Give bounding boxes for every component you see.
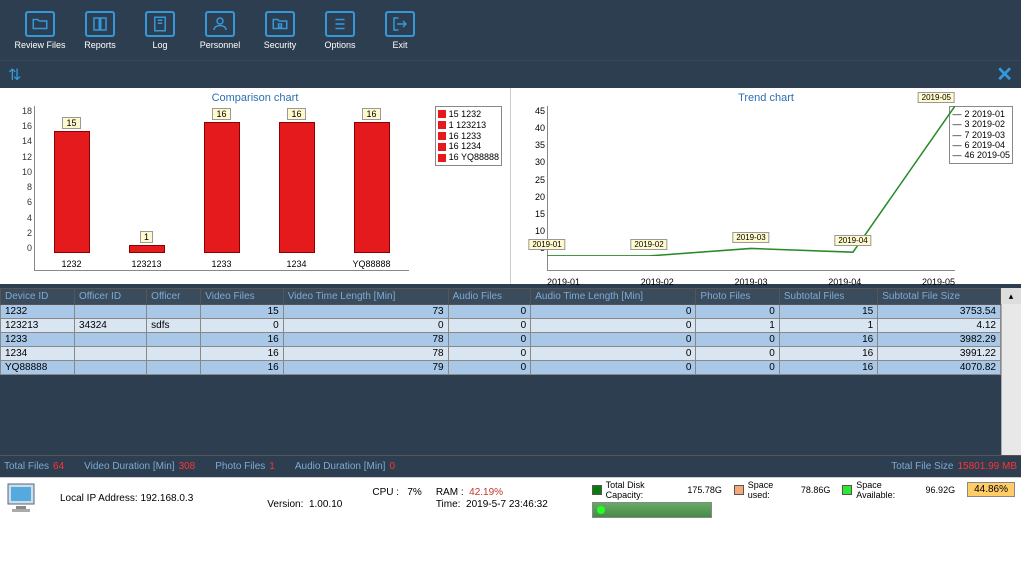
column-header[interactable]: Officer	[147, 289, 201, 305]
bar: 1123213	[126, 231, 168, 253]
column-header[interactable]: Audio Files	[448, 289, 531, 305]
swap-icon[interactable]: ⇅	[8, 65, 21, 85]
x-axis: 2019-012019-022019-032019-042019-05	[547, 277, 955, 287]
column-header[interactable]: Video Time Length [Min]	[283, 289, 448, 305]
bar: 161234	[276, 108, 318, 253]
notebook-icon	[145, 11, 175, 37]
table-row[interactable]: YQ888881679000164070.82	[1, 361, 1001, 375]
reports-button[interactable]: Reports	[70, 4, 130, 56]
column-header[interactable]: Device ID	[1, 289, 75, 305]
folder-lock-icon	[265, 11, 295, 37]
table-row[interactable]: 12321573000153753.54	[1, 305, 1001, 319]
table-row[interactable]: 12341678000163991.22	[1, 347, 1001, 361]
toolbar-label: Review Files	[14, 40, 65, 50]
bar: 16YQ88888	[351, 108, 393, 253]
chart-title: Comparison chart	[6, 92, 504, 104]
table-row[interactable]: 12331678000163982.29	[1, 333, 1001, 347]
book-icon	[85, 11, 115, 37]
vertical-scrollbar[interactable]: ▴	[1001, 288, 1021, 455]
log-button[interactable]: Log	[130, 4, 190, 56]
exit-button[interactable]: Exit	[370, 4, 430, 56]
computer-icon	[6, 482, 46, 516]
column-header[interactable]: Officer ID	[75, 289, 147, 305]
toolbar-label: Security	[264, 40, 297, 50]
tab-bar: ⇅ ✕	[0, 60, 1021, 88]
toolbar-label: Log	[152, 40, 167, 50]
list-icon	[325, 11, 355, 37]
disk-percent: 44.86%	[967, 482, 1015, 497]
data-table-wrapper: Device IDOfficer IDOfficerVideo FilesVid…	[0, 288, 1021, 455]
main-toolbar: Review Files Reports Log Personnel Secur…	[0, 0, 1021, 60]
column-header[interactable]: Subtotal File Size	[878, 289, 1001, 305]
bar-legend: 15 1232 1 123213 16 1233 16 1234 16 YQ88…	[435, 106, 502, 166]
data-table[interactable]: Device IDOfficer IDOfficerVideo FilesVid…	[0, 288, 1001, 375]
close-icon[interactable]: ✕	[996, 62, 1013, 87]
column-header[interactable]: Audio Time Length [Min]	[531, 289, 696, 305]
bar: 161233	[201, 108, 243, 253]
status-bar: Local IP Address: 192.168.0.3 CPU : 7% V…	[0, 477, 1021, 519]
bar: 151232	[51, 117, 93, 254]
review-files-button[interactable]: Review Files	[10, 4, 70, 56]
folder-icon	[25, 11, 55, 37]
y-axis: 45403530252015105	[521, 106, 545, 253]
table-row[interactable]: 12321334324sdfs0000114.12	[1, 319, 1001, 333]
options-button[interactable]: Options	[310, 4, 370, 56]
y-axis: 181614121086420	[10, 106, 32, 253]
toolbar-label: Reports	[84, 40, 116, 50]
person-icon	[205, 11, 235, 37]
column-header[interactable]: Subtotal Files	[779, 289, 877, 305]
personnel-button[interactable]: Personnel	[190, 4, 250, 56]
toolbar-label: Personnel	[200, 40, 241, 50]
toolbar-label: Options	[324, 40, 355, 50]
scroll-up-icon[interactable]: ▴	[1001, 288, 1021, 304]
disk-usage-bar	[592, 502, 712, 518]
summary-bar: Total Files64 Video Duration [Min]308 Ph…	[0, 455, 1021, 477]
comparison-chart: Comparison chart 15 1232 1 123213 16 123…	[0, 88, 511, 284]
column-header[interactable]: Video Files	[201, 289, 283, 305]
line-legend: — 2 2019-01 — 3 2019-02 — 7 2019-03 — 6 …	[949, 106, 1013, 164]
trend-chart: Trend chart — 2 2019-01 — 3 2019-02 — 7 …	[511, 88, 1021, 284]
exit-icon	[385, 11, 415, 37]
security-button[interactable]: Security	[250, 4, 310, 56]
column-header[interactable]: Photo Files	[696, 289, 779, 305]
charts-row: Comparison chart 15 1232 1 123213 16 123…	[0, 88, 1021, 288]
toolbar-label: Exit	[392, 40, 407, 50]
